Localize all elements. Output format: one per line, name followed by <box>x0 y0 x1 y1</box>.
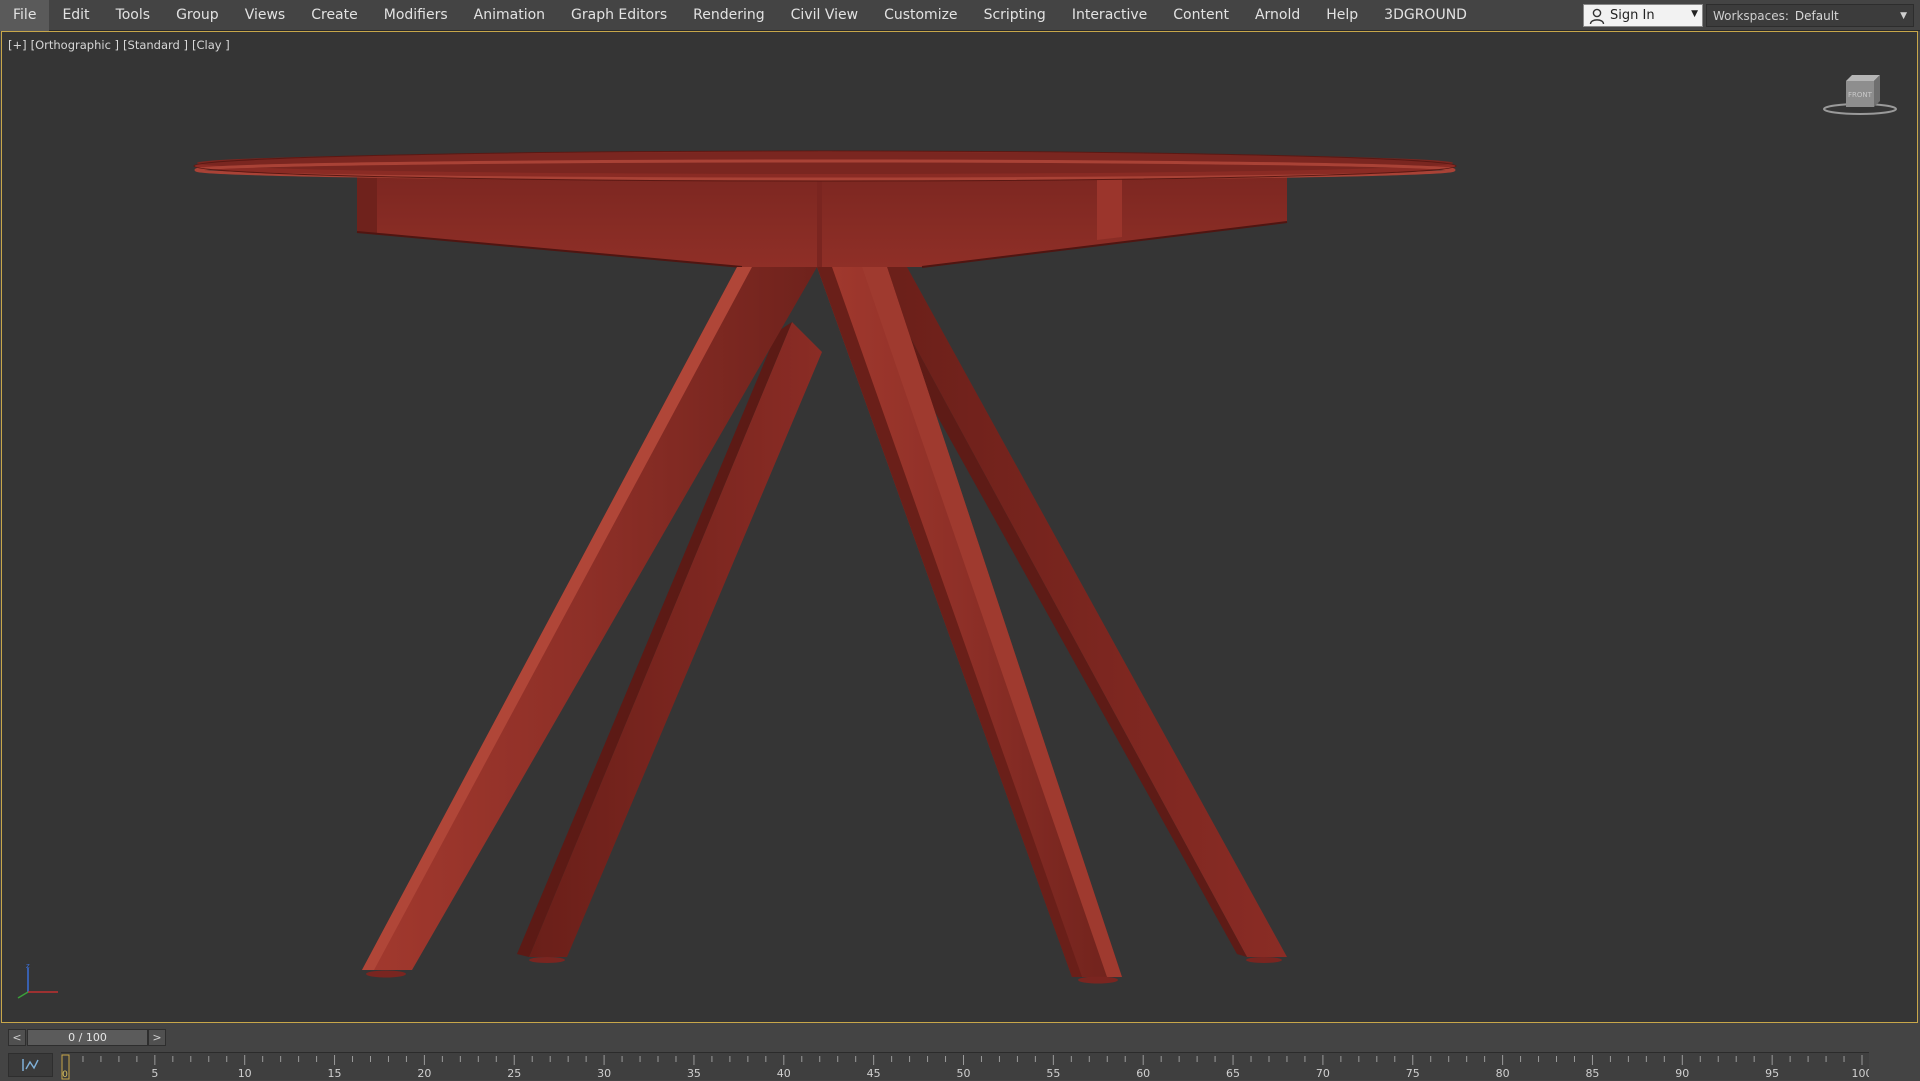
ruler-label: 50 <box>957 1067 971 1080</box>
ruler-label: 10 <box>238 1067 252 1080</box>
menu-item-views[interactable]: Views <box>232 0 299 31</box>
ruler-label: 35 <box>687 1067 701 1080</box>
ruler-label: 75 <box>1406 1067 1420 1080</box>
time-slider[interactable]: < 0 / 100 > <box>0 1024 1920 1052</box>
perspective-viewport[interactable]: [+] [Orthographic ] [Standard ] [Clay ] <box>1 31 1918 1023</box>
menu-item-rendering[interactable]: Rendering <box>680 0 778 31</box>
current-frame-label: 0 <box>62 1070 68 1080</box>
curve-editor-button[interactable] <box>8 1053 53 1077</box>
workspaces-label: Workspaces: <box>1713 8 1789 23</box>
menu-item-scripting[interactable]: Scripting <box>971 0 1059 31</box>
ruler-label: 45 <box>867 1067 881 1080</box>
ruler-label: 60 <box>1136 1067 1150 1080</box>
menu-items: File Edit Tools Group Views Create Modifiers An… <box>0 0 1480 31</box>
table-model[interactable] <box>2 32 1917 1022</box>
ruler-label: 25 <box>507 1067 521 1080</box>
menu-bar: File Edit Tools Group Views Create Modifiers An… <box>0 0 1920 31</box>
table-apron <box>356 177 1288 268</box>
table-top <box>193 150 1457 182</box>
ruler-label: 30 <box>597 1067 611 1080</box>
svg-text:z: z <box>26 962 30 970</box>
viewcube-icon[interactable]: FRONT <box>1820 69 1900 119</box>
ruler-label: 95 <box>1765 1067 1779 1080</box>
menu-item-create[interactable]: Create <box>298 0 371 31</box>
menu-item-graph-editors[interactable]: Graph Editors <box>558 0 680 31</box>
menu-item-customize[interactable]: Customize <box>871 0 971 31</box>
ruler-label: 5 <box>151 1067 158 1080</box>
time-slider-prev-button[interactable]: < <box>8 1029 26 1046</box>
menu-item-interactive[interactable]: Interactive <box>1059 0 1160 31</box>
workspaces-value: Default <box>1794 8 1839 23</box>
chevron-down-icon: ▼ <box>1900 10 1907 21</box>
track-bar-padding <box>1869 1052 1920 1080</box>
ruler-label: 65 <box>1226 1067 1240 1080</box>
menu-item-edit[interactable]: Edit <box>49 0 102 31</box>
track-bar: 5 10 15 20 25 30 35 40 45 50 55 60 65 70 75 80 85 90 95 10 0… <box>0 1052 1920 1080</box>
ruler-label: 15 <box>328 1067 342 1080</box>
frame-ruler[interactable]: 5 10 15 20 25 30 35 40 45 50 55 60 65 70 75 80 85 90 95 10 0… <box>61 1052 1869 1080</box>
sign-in-button[interactable]: Sign In ▼ <box>1583 4 1703 27</box>
menu-item-content[interactable]: Content <box>1160 0 1242 31</box>
ruler-label: 20 <box>417 1067 431 1080</box>
menu-item-file[interactable]: File <box>0 0 50 31</box>
menu-item-modifiers[interactable]: Modifiers <box>371 0 461 31</box>
ruler-label: 80 <box>1496 1067 1510 1080</box>
time-slider-next-button[interactable]: > <box>148 1029 166 1046</box>
axis-tripod-icon: z <box>17 962 58 999</box>
menu-item-group[interactable]: Group <box>163 0 232 31</box>
menu-item-animation[interactable]: Animation <box>461 0 558 31</box>
ruler-label: 90 <box>1675 1067 1689 1080</box>
ruler-label: 40 <box>777 1067 791 1080</box>
ruler-label: 100 <box>1852 1067 1870 1080</box>
ruler-label: 85 <box>1585 1067 1599 1080</box>
svg-text:FRONT: FRONT <box>1848 91 1873 99</box>
workspaces-dropdown[interactable]: Workspaces: Default ▼ <box>1706 4 1914 27</box>
menu-item-help[interactable]: Help <box>1313 0 1371 31</box>
menu-item-civil-view[interactable]: Civil View <box>778 0 871 31</box>
ruler-label: 70 <box>1316 1067 1330 1080</box>
menu-item-tools[interactable]: Tools <box>103 0 164 31</box>
ruler-label: 55 <box>1046 1067 1060 1080</box>
menu-item-3dground[interactable]: 3DGROUND <box>1371 0 1480 31</box>
curve-editor-icon <box>22 1059 39 1071</box>
user-icon <box>1589 8 1605 24</box>
sign-in-label: Sign In <box>1610 8 1655 23</box>
time-slider-thumb[interactable]: 0 / 100 <box>27 1029 148 1046</box>
chevron-down-icon: ▼ <box>1691 9 1698 19</box>
menu-item-arnold[interactable]: Arnold <box>1242 0 1313 31</box>
